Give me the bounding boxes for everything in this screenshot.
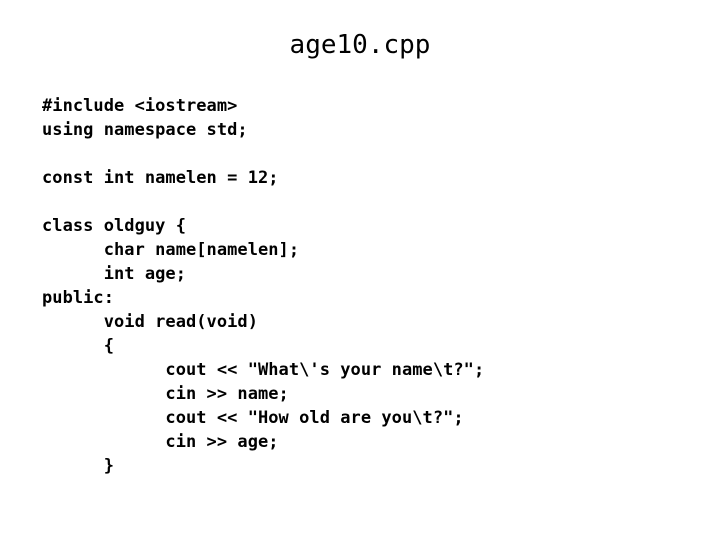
code-listing: #include <iostream> using namespace std; …	[42, 94, 702, 478]
code-line: cout << "How old are you\t?";	[42, 408, 464, 428]
code-line: using namespace std;	[42, 120, 248, 140]
code-line: cout << "What\'s your name\t?";	[42, 360, 485, 380]
page-title: age10.cpp	[289, 30, 431, 60]
code-line: char name[namelen];	[42, 240, 300, 260]
code-line: int age;	[42, 264, 186, 284]
code-line: cin >> name;	[42, 384, 289, 404]
code-line: public:	[42, 288, 114, 308]
code-line: class oldguy {	[42, 216, 186, 236]
code-line: cin >> age;	[42, 432, 279, 452]
code-line: #include <iostream>	[42, 96, 238, 116]
slide-canvas: age10.cpp #include <iostream> using names…	[0, 0, 720, 540]
code-line: {	[42, 336, 114, 356]
code-line: }	[42, 456, 114, 476]
code-line: void read(void)	[42, 312, 258, 332]
code-line: const int namelen = 12;	[42, 168, 279, 188]
